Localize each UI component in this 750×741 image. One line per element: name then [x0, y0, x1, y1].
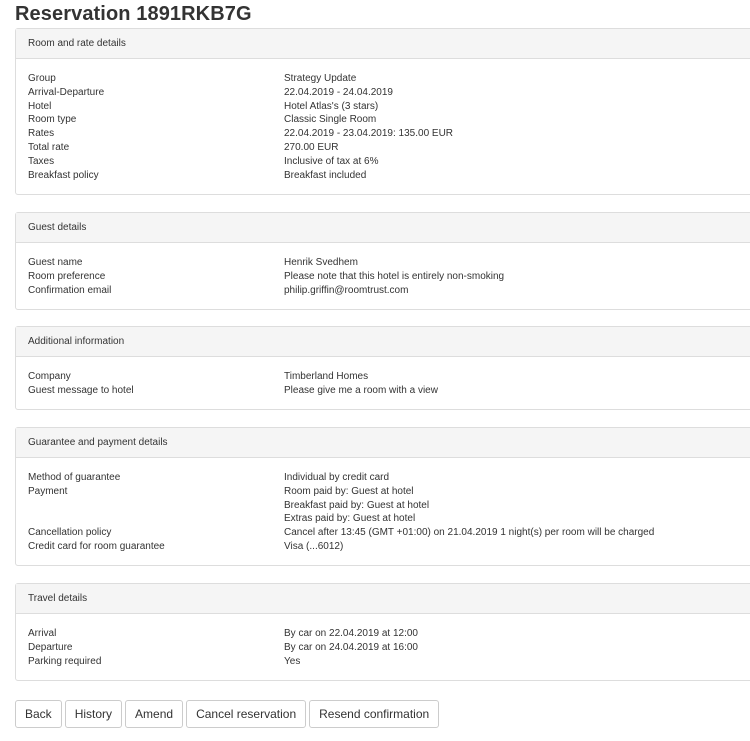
detail-row: Arrival By car on 22.04.2019 at 12:00 [28, 627, 747, 641]
cancel-reservation-button[interactable]: Cancel reservation [186, 700, 307, 728]
detail-label: Arrival-Departure [28, 86, 105, 98]
detail-row: Guest name Henrik Svedhem [28, 256, 747, 270]
detail-row: Taxes Inclusive of tax at 6% [28, 155, 747, 169]
detail-label: Departure [28, 641, 73, 653]
detail-value: Inclusive of tax at 6% [284, 155, 379, 167]
detail-label: Group [28, 73, 56, 84]
detail-row: Extras paid by: Guest at hotel [28, 512, 747, 526]
detail-row: Arrival-Departure 22.04.2019 - 24.04.2019 [28, 86, 747, 100]
resend-confirmation-button[interactable]: Resend confirmation [309, 700, 440, 728]
detail-label: Total rate [28, 141, 70, 153]
payment-line: Breakfast paid by: Guest at hotel [284, 499, 430, 511]
detail-value: 22.04.2019 - 23.04.2019: 135.00 EUR [284, 128, 454, 140]
detail-value: Timberland Homes [284, 371, 369, 382]
detail-value: Please note that this hotel is entirely … [284, 270, 505, 282]
guarantee-panel: Guarantee and payment details Method of … [15, 427, 750, 566]
detail-value: Cancel after 13:45 (GMT +01:00) on 21.04… [284, 527, 655, 539]
detail-row: Cancellation policy Cancel after 13:45 (G… [28, 526, 747, 540]
amend-button[interactable]: Amend [125, 700, 184, 728]
panel-heading: Travel details [16, 584, 750, 614]
detail-row: Parking required Yes [28, 655, 747, 669]
detail-row: Guest message to hotel Please give me a r… [28, 384, 747, 398]
detail-label: Rates [28, 128, 55, 140]
detail-value: Breakfast included [284, 169, 367, 181]
detail-row: Group Strategy Update [28, 72, 747, 86]
detail-value: Classic Single Room [284, 114, 377, 126]
detail-value: Hotel Atlas's (3 stars) [284, 100, 379, 112]
detail-row: Company Timberland Homes [28, 370, 747, 384]
detail-row: Credit card for room guarantee Visa (...6… [28, 540, 747, 554]
detail-label: Hotel [28, 100, 52, 112]
detail-value: Please give me a room with a view [284, 384, 438, 396]
action-bar: Back History Amend Cancel reservation Re… [15, 700, 442, 728]
detail-row: Breakfast policy Breakfast included [28, 169, 747, 183]
payment-line: Extras paid by: Guest at hotel [284, 513, 416, 525]
history-button[interactable]: History [64, 700, 123, 728]
detail-row: Breakfast paid by: Guest at hotel [28, 499, 747, 513]
panel-heading: Additional information [16, 327, 750, 357]
detail-row: Method of guarantee Individual by credit … [28, 471, 747, 485]
detail-label: Arrival [28, 628, 57, 639]
detail-label: Room type [28, 114, 77, 126]
detail-label: Guest name [28, 257, 83, 268]
detail-label: Credit card for room guarantee [28, 540, 165, 552]
room-rate-panel: Room and rate details Group Strategy Upda… [15, 28, 750, 195]
detail-row: Payment Room paid by: Guest at hotel [28, 485, 747, 499]
detail-row: Room preference Please note that this hot… [28, 270, 747, 284]
panel-heading: Guarantee and payment details [16, 428, 750, 458]
detail-label: Parking required [28, 655, 102, 667]
detail-value: Visa (...6012) [284, 540, 344, 552]
detail-label: Guest message to hotel [28, 384, 134, 396]
detail-row: Total rate 270.00 EUR [28, 141, 747, 155]
detail-value: Individual by credit card [284, 472, 390, 483]
payment-line: Room paid by: Guest at hotel [284, 485, 414, 497]
detail-value: 270.00 EUR [284, 141, 339, 153]
panel-heading: Guest details [16, 213, 750, 243]
panel-heading: Room and rate details [16, 29, 750, 59]
detail-row: Hotel Hotel Atlas's (3 stars) [28, 100, 747, 114]
detail-value: Strategy Update [284, 73, 357, 84]
additional-info-panel: Additional information Company Timberland… [15, 326, 750, 410]
detail-label: Cancellation policy [28, 527, 112, 539]
detail-label: Payment [28, 485, 68, 497]
detail-label: Breakfast policy [28, 169, 99, 181]
page-title: Reservation 1891RKB7G [15, 3, 252, 25]
detail-row: Departure By car on 24.04.2019 at 16:00 [28, 641, 747, 655]
guest-panel: Guest details Guest name Henrik Svedhem R… [15, 212, 750, 310]
detail-label: Taxes [28, 155, 55, 167]
detail-value: philip.griffin@roomtrust.com [284, 284, 409, 296]
detail-value: By car on 24.04.2019 at 16:00 [284, 641, 418, 653]
detail-row: Room type Classic Single Room [28, 113, 747, 127]
detail-value: Yes [284, 655, 301, 667]
detail-label: Confirmation email [28, 284, 112, 296]
detail-value: By car on 22.04.2019 at 12:00 [284, 628, 418, 639]
detail-row: Rates 22.04.2019 - 23.04.2019: 135.00 EUR [28, 127, 747, 141]
detail-label: Room preference [28, 270, 106, 282]
travel-panel: Travel details Arrival By car on 22.04.20… [15, 583, 750, 681]
detail-value: 22.04.2019 - 24.04.2019 [284, 86, 393, 98]
detail-label: Method of guarantee [28, 472, 121, 483]
detail-row: Confirmation email philip.griffin@roomtru… [28, 284, 747, 298]
detail-value: Henrik Svedhem [284, 257, 358, 268]
detail-label: Company [28, 371, 71, 382]
back-button[interactable]: Back [15, 700, 62, 728]
